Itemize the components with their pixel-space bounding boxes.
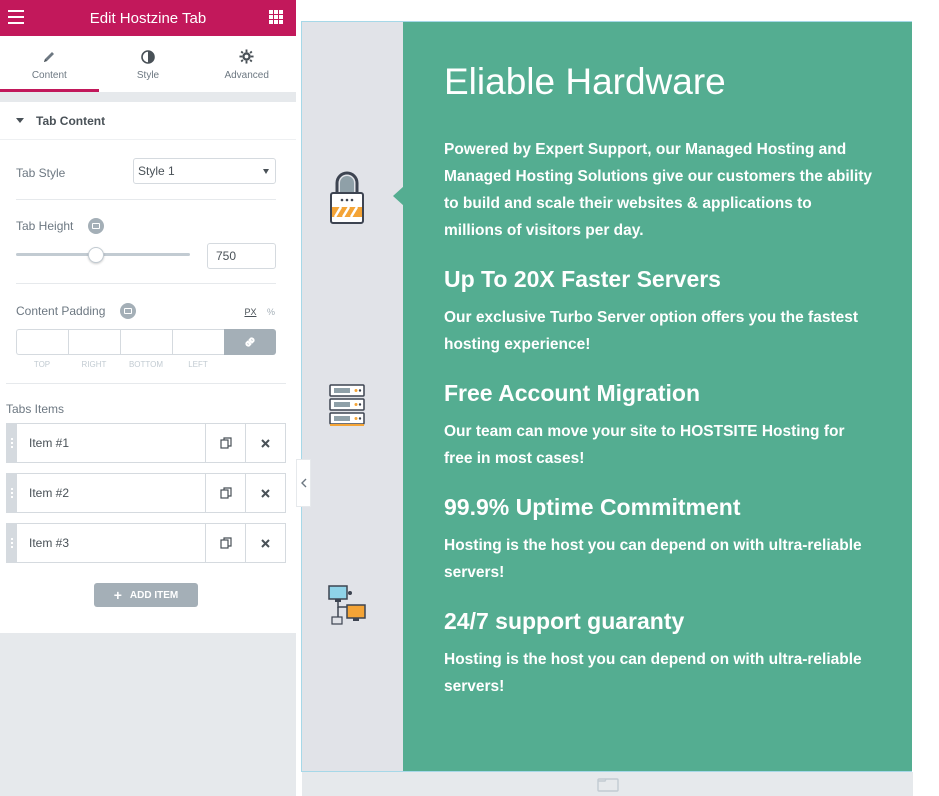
- duplicate-item-button[interactable]: [205, 524, 245, 562]
- server-rack-icon[interactable]: [329, 384, 365, 427]
- gear-icon: [239, 48, 254, 66]
- tab-heading: Eliable Hardware: [444, 61, 726, 102]
- dim-label-right: RIGHT: [81, 360, 107, 369]
- unit-switcher: PX %: [244, 307, 275, 317]
- duplicate-item-button[interactable]: [205, 424, 245, 462]
- tab-height-slider-handle[interactable]: [88, 247, 104, 263]
- section-title: Tab Content: [36, 113, 106, 128]
- dim-label-top: TOP: [33, 360, 51, 369]
- chevron-left-icon: [300, 478, 306, 488]
- tab-height-input[interactable]: 750: [207, 243, 276, 269]
- add-item-label: ADD ITEM: [129, 589, 179, 601]
- desktop-responsive-icon[interactable]: [87, 217, 104, 234]
- tab-style-label: Tab Style: [16, 166, 66, 180]
- repeater-item: Item #3: [6, 523, 286, 563]
- close-icon: [261, 438, 270, 448]
- editor-app: { "panel": { "title": "Edit Hostzine Tab…: [0, 0, 939, 796]
- unit-percent[interactable]: %: [267, 307, 275, 317]
- repeater-item: Item #2: [6, 473, 286, 513]
- remove-item-button[interactable]: [245, 524, 285, 562]
- content-padding-control: Content Padding: [16, 302, 276, 320]
- duplicate-icon: [219, 487, 232, 499]
- tab-style-value: Style 1: [138, 164, 175, 178]
- desktop-responsive-icon[interactable]: [119, 302, 136, 319]
- tab-intro-text: Powered by Expert Support, our Managed H…: [444, 141, 873, 239]
- feature-title: 99.9% Uptime Commitment: [444, 494, 741, 520]
- select-arrow-icon: [263, 168, 269, 174]
- close-icon: [261, 538, 270, 548]
- dim-label-left: LEFT: [188, 360, 208, 369]
- feature-text: Our team can move your site to HOSTSITE …: [444, 423, 845, 467]
- add-item-button[interactable]: + ADD ITEM: [94, 583, 198, 607]
- duplicate-item-button[interactable]: [205, 474, 245, 512]
- editor-panel: Edit Hostzine Tab Content Style Advanced…: [0, 0, 297, 796]
- padlock-icon[interactable]: [329, 171, 365, 225]
- repeater-item-title[interactable]: Item #1: [17, 436, 205, 450]
- tab-content-label: Content: [31, 69, 67, 81]
- drag-handle-icon[interactable]: [7, 424, 17, 462]
- padding-dimensions: [16, 329, 276, 355]
- padding-top-input[interactable]: [16, 329, 68, 355]
- tab-style-select[interactable]: Style 1: [133, 158, 276, 184]
- tab-advanced[interactable]: Advanced: [197, 36, 297, 92]
- tab-advanced-label: Advanced: [224, 69, 269, 81]
- active-tab-pointer: [393, 186, 404, 206]
- link-icon: [245, 337, 255, 347]
- drag-handle-icon[interactable]: [7, 474, 17, 512]
- feature-title: 24/7 support guaranty: [444, 608, 685, 634]
- add-section-bar: [302, 772, 913, 796]
- feature-text: Our exclusive Turbo Server option offers…: [444, 309, 859, 353]
- panel-spacer: [0, 92, 296, 102]
- repeater-item-title[interactable]: Item #3: [17, 536, 205, 550]
- divider: [16, 199, 276, 200]
- caret-down-icon: [16, 118, 24, 123]
- tabs-items-label: Tabs Items: [6, 402, 65, 416]
- unit-px[interactable]: PX: [244, 307, 256, 317]
- tab-height-control: Tab Height: [16, 217, 276, 235]
- tab-style-label: Style: [136, 69, 160, 81]
- network-computers-icon[interactable]: [328, 585, 366, 625]
- panel-tabs: Content Style Advanced: [0, 36, 297, 92]
- feature-title: Up To 20X Faster Servers: [444, 266, 721, 292]
- tab-height-label: Tab Height: [16, 219, 74, 233]
- section-tab-content-toggle[interactable]: Tab Content: [0, 102, 296, 140]
- hamburger-menu-icon[interactable]: [8, 10, 24, 24]
- widgets-grid-icon[interactable]: [269, 10, 283, 24]
- feature-text: Hosting is the host you can depend on wi…: [444, 651, 862, 695]
- remove-item-button[interactable]: [245, 474, 285, 512]
- plus-icon: +: [113, 587, 122, 603]
- divider: [6, 383, 286, 384]
- feature-text: Hosting is the host you can depend on wi…: [444, 537, 862, 581]
- feature-title: Free Account Migration: [444, 380, 700, 406]
- duplicate-icon: [219, 437, 232, 449]
- tab-style[interactable]: Style: [98, 36, 198, 92]
- panel-content: Tab Content Tab Style Style 1 Tab Height…: [0, 102, 296, 633]
- panel-title: Edit Hostzine Tab: [89, 9, 207, 27]
- folder-icon[interactable]: [596, 776, 619, 792]
- repeater-item-title[interactable]: Item #2: [17, 486, 205, 500]
- close-icon: [261, 488, 270, 498]
- divider: [16, 283, 276, 284]
- link-values-button[interactable]: [224, 329, 276, 355]
- repeater-item: Item #1: [6, 423, 286, 463]
- padding-bottom-input[interactable]: [120, 329, 172, 355]
- panel-header: Edit Hostzine Tab: [0, 0, 296, 36]
- contrast-icon: [141, 48, 155, 66]
- padding-dimension-labels: TOP RIGHT BOTTOM LEFT: [16, 360, 276, 369]
- tabs-items-header: Tabs Items: [6, 400, 276, 418]
- pencil-icon: [42, 48, 56, 66]
- collapse-panel-button[interactable]: [296, 459, 311, 507]
- drag-handle-icon[interactable]: [7, 524, 17, 562]
- tab-content[interactable]: Content: [0, 36, 99, 92]
- remove-item-button[interactable]: [245, 424, 285, 462]
- content-padding-label: Content Padding: [16, 304, 106, 318]
- preview-canvas: Eliable Hardware Powered by Expert Suppo…: [299, 0, 939, 796]
- padding-left-input[interactable]: [172, 329, 224, 355]
- duplicate-icon: [219, 537, 232, 549]
- padding-right-input[interactable]: [68, 329, 120, 355]
- dim-label-bottom: BOTTOM: [128, 360, 164, 369]
